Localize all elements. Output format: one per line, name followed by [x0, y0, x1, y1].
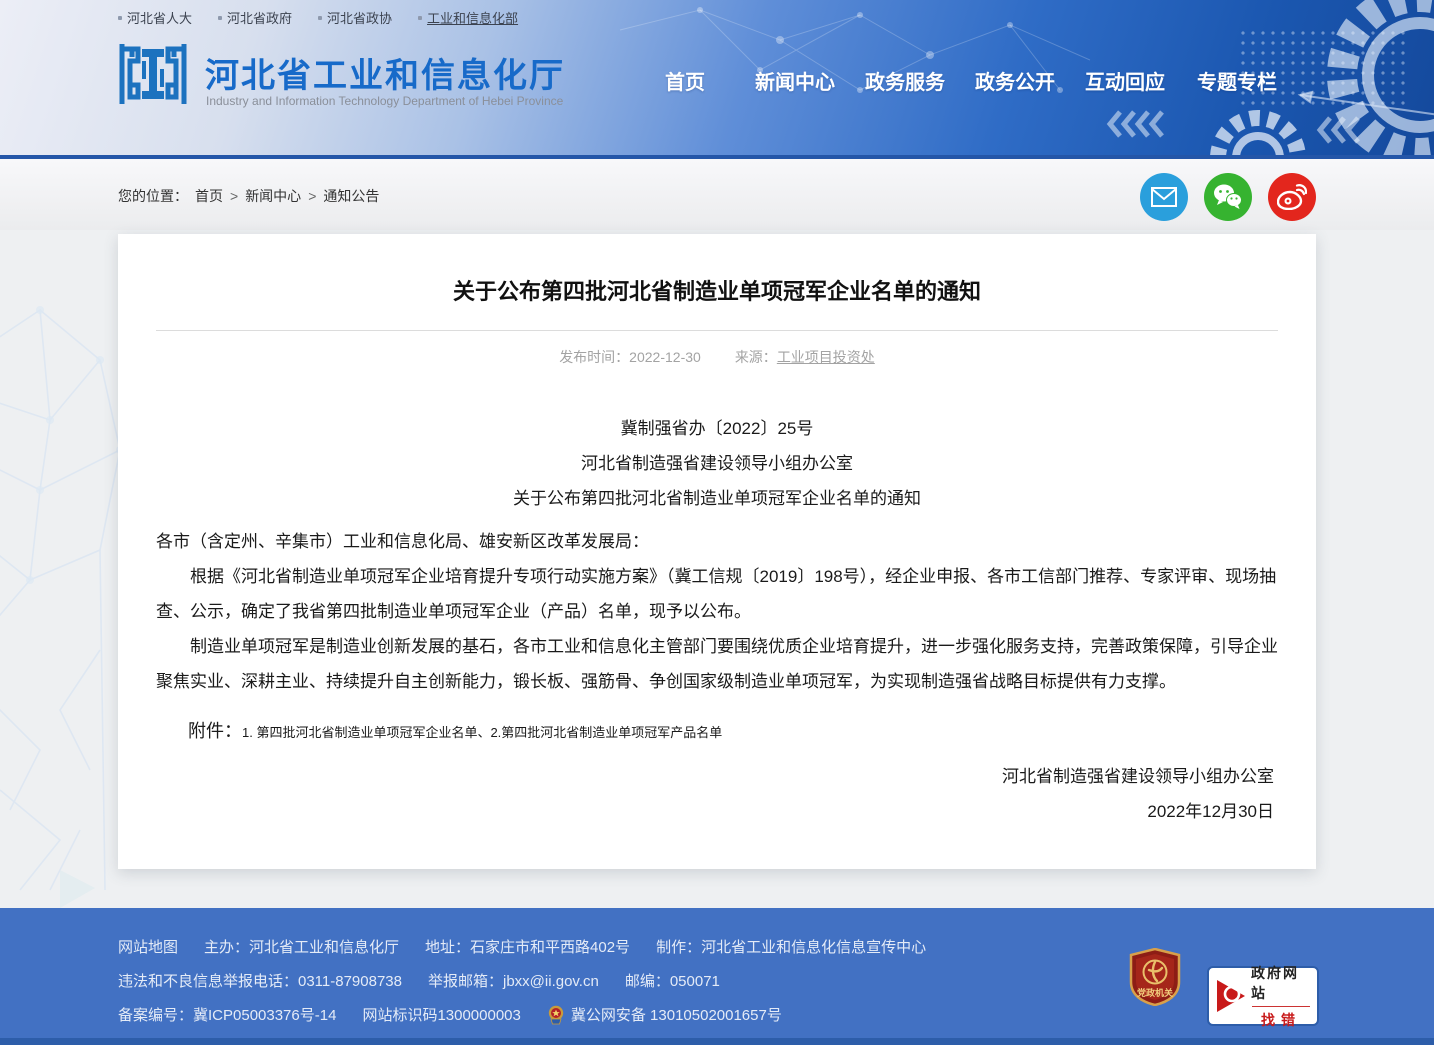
attachment-line: 附件：1. 第四批河北省制造业单项冠军企业名单、2.第四批河北省制造业单项冠军产…	[156, 717, 1278, 743]
nav-disclosure[interactable]: 政务公开	[975, 66, 1055, 95]
site-error-badge[interactable]: 政府网站 找错	[1207, 966, 1319, 1026]
top-link-zhengfu[interactable]: 河北省政府	[218, 8, 292, 27]
footer-report-email: 举报邮箱：jbxx@ii.gov.cn	[428, 970, 599, 991]
signature-date: 2022年12月30日	[156, 794, 1274, 829]
footer-organizer: 主办：河北省工业和信息化厅	[204, 936, 399, 957]
weibo-icon	[1277, 184, 1307, 210]
doc-issuing-org: 河北省制造强省建设领导小组办公室	[156, 446, 1278, 481]
find-error-action: 找错	[1261, 1010, 1301, 1030]
article-meta: 发布时间：2022-12-30 来源：工业项目投资处	[156, 347, 1278, 367]
signature-block: 河北省制造强省建设领导小组办公室 2022年12月30日	[156, 759, 1278, 829]
breadcrumb-home[interactable]: 首页	[195, 186, 223, 206]
breadcrumb-separator: >	[308, 188, 316, 204]
publish-time: 发布时间：2022-12-30	[559, 347, 701, 367]
wechat-icon	[1213, 184, 1243, 210]
mail-icon	[1151, 187, 1177, 207]
breadcrumb-separator: >	[230, 188, 238, 204]
footer-producer: 制作：河北省工业和信息化信息宣传中心	[656, 936, 926, 957]
article-card: 关于公布第四批河北省制造业单项冠军企业名单的通知 发布时间：2022-12-30…	[118, 234, 1316, 869]
wechat-share-button[interactable]	[1204, 173, 1252, 221]
footer-row-1: 网站地图 主办：河北省工业和信息化厅 地址：石家庄市和平西路402号 制作：河北…	[118, 936, 926, 957]
nav-topics[interactable]: 专题专栏	[1197, 66, 1277, 95]
site-header: 河北省人大 河北省政府 河北省政协 工业和信息化部 河北省	[0, 0, 1434, 155]
footer-police-record[interactable]: 冀公网安备 13010502001657号	[547, 1004, 782, 1025]
footer-site-id: 网站标识码1300000003	[362, 1004, 520, 1025]
doc-number: 冀制强省办〔2022〕25号	[156, 411, 1278, 446]
bullet-icon	[418, 16, 422, 20]
page: 河北省人大 河北省政府 河北省政协 工业和信息化部 河北省	[0, 0, 1434, 1045]
footer-icp-number[interactable]: 备案编号：冀ICP05003376号-14	[118, 1004, 336, 1025]
top-links-bar: 河北省人大 河北省政府 河北省政协 工业和信息化部	[118, 8, 518, 27]
breadcrumb-news[interactable]: 新闻中心	[245, 186, 301, 206]
footer-bottom-strip	[0, 1038, 1434, 1045]
title-divider	[156, 330, 1278, 331]
footer-address: 地址：石家庄市和平西路402号	[425, 936, 630, 957]
signature-org: 河北省制造强省建设领导小组办公室	[156, 759, 1274, 794]
footer-info: 网站地图 主办：河北省工业和信息化厅 地址：石家庄市和平西路402号 制作：河北…	[118, 936, 926, 1038]
breadcrumb-band: 您的位置： 首页 > 新闻中心 > 通知公告	[0, 159, 1434, 230]
site-logo-icon[interactable]	[118, 41, 188, 107]
find-error-text: 政府网站 找错	[1251, 963, 1311, 1030]
doc-title: 关于公布第四批河北省制造业单项冠军企业名单的通知	[156, 481, 1278, 516]
nav-news[interactable]: 新闻中心	[755, 66, 835, 95]
attachment-list[interactable]: 1. 第四批河北省制造业单项冠军企业名单、2.第四批河北省制造业单项冠军产品名单	[242, 725, 722, 740]
footer-postcode: 邮编：050071	[625, 970, 720, 991]
attachment-label: 附件：	[188, 721, 242, 741]
share-buttons	[1140, 173, 1316, 221]
document-body: 各市（含定州、辛集市）工业和信息化局、雄安新区改革发展局： 根据《河北省制造业单…	[156, 524, 1278, 699]
sitemap-link[interactable]: 网站地图	[118, 936, 178, 957]
breadcrumb: 您的位置： 首页 > 新闻中心 > 通知公告	[118, 186, 379, 206]
nav-interaction[interactable]: 互动回应	[1085, 66, 1165, 95]
doc-paragraph-1: 根据《河北省制造业单项冠军企业培育提升专项行动实施方案》（冀工信规〔2019〕1…	[156, 559, 1278, 629]
top-link-renda[interactable]: 河北省人大	[118, 8, 192, 27]
bullet-icon	[218, 16, 222, 20]
source: 来源：工业项目投资处	[735, 347, 875, 367]
svg-text:党政机关: 党政机关	[1137, 987, 1173, 998]
article-title: 关于公布第四批河北省制造业单项冠军企业名单的通知	[156, 274, 1278, 306]
top-link-miit[interactable]: 工业和信息化部	[418, 8, 518, 27]
site-footer: 网站地图 主办：河北省工业和信息化厅 地址：石家庄市和平西路402号 制作：河北…	[0, 908, 1434, 1038]
source-link[interactable]: 工业项目投资处	[777, 349, 875, 365]
chevrons-icon	[1110, 112, 1358, 142]
nav-services[interactable]: 政务服务	[865, 66, 945, 95]
gear-small-icon	[1218, 118, 1298, 155]
footer-row-3: 备案编号：冀ICP05003376号-14 网站标识码1300000003 冀公…	[118, 1004, 926, 1025]
find-error-title: 政府网站	[1251, 963, 1311, 1003]
weibo-share-button[interactable]	[1268, 173, 1316, 221]
bullet-icon	[318, 16, 322, 20]
doc-salutation: 各市（含定州、辛集市）工业和信息化局、雄安新区改革发展局：	[156, 524, 1278, 559]
doc-paragraph-2: 制造业单项冠军是制造业创新发展的基石，各市工业和信息化主管部门要围绕优质企业培育…	[156, 629, 1278, 699]
mail-share-button[interactable]	[1140, 173, 1188, 221]
document-header: 冀制强省办〔2022〕25号 河北省制造强省建设领导小组办公室 关于公布第四批河…	[156, 411, 1278, 516]
footer-row-2: 违法和不良信息举报电话：0311-87908738 举报邮箱：jbxx@ii.g…	[118, 970, 926, 991]
police-badge-icon	[547, 1005, 565, 1025]
site-subtitle: Industry and Information Technology Depa…	[206, 94, 563, 108]
find-error-divider	[1252, 1006, 1310, 1007]
party-gov-badge[interactable]: 党政机关	[1128, 948, 1182, 1006]
find-error-icon	[1215, 976, 1251, 1016]
breadcrumb-prefix: 您的位置：	[118, 186, 188, 206]
breadcrumb-notices[interactable]: 通知公告	[323, 186, 379, 206]
top-link-zhengxie[interactable]: 河北省政协	[318, 8, 392, 27]
bullet-icon	[118, 16, 122, 20]
footer-report-phone: 违法和不良信息举报电话：0311-87908738	[118, 970, 402, 991]
site-title[interactable]: 河北省工业和信息化厅	[205, 48, 565, 97]
nav-home[interactable]: 首页	[665, 66, 705, 95]
